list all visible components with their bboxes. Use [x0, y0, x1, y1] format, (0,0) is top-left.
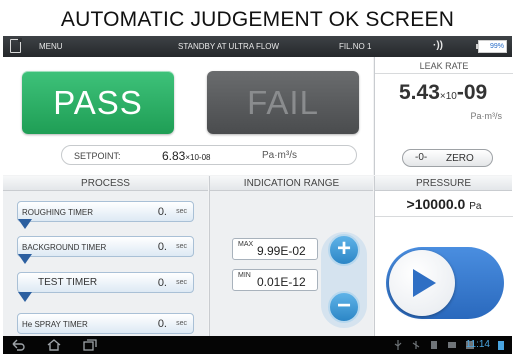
leak-rate-times: ×10 [439, 91, 457, 102]
pressure-value: >10000.0 [406, 196, 466, 212]
zero-button[interactable]: -0- ZERO [402, 149, 493, 167]
setpoint-unit: Pa·m³/s [262, 150, 297, 161]
timer-value: 0. [157, 206, 167, 218]
play-icon [413, 269, 436, 297]
recent-apps-icon[interactable] [83, 339, 97, 351]
debug-icon [412, 341, 420, 349]
background-timer[interactable]: BACKGROUND TIMER 0. sec [17, 236, 194, 257]
max-value: 9.99E-02 [257, 244, 306, 258]
max-range-field[interactable]: MAX 9.99E-02 [232, 238, 318, 260]
image-notification-icon [448, 342, 456, 348]
back-icon[interactable] [11, 339, 25, 351]
status-text: STANDBY AT ULTRA FLOW [178, 42, 280, 51]
step-marker-icon [18, 292, 32, 302]
setpoint-label: SETPOINT: [74, 151, 121, 161]
zero-icon: -0- [415, 152, 428, 163]
process-panel: PROCESS ROUGHING TIMER 0. sec BACKGROUND… [3, 176, 208, 354]
timer-label: He SPRAY TIMER [22, 320, 88, 329]
timer-unit: sec [176, 243, 187, 250]
menu-button[interactable]: MENU [39, 42, 63, 51]
timer-label: ROUGHING TIMER [22, 208, 93, 217]
fail-indicator: FAIL [207, 71, 359, 134]
leak-rate-title: LEAK RATE [419, 61, 469, 71]
leak-rate-mantissa: 5.43 [399, 81, 440, 104]
timer-unit: sec [176, 208, 187, 215]
document-icon[interactable] [10, 38, 22, 53]
screen-caption: AUTOMATIC JUDGEMENT OK SCREEN [60, 8, 455, 31]
leak-rate-unit: Pa·m³/s [470, 111, 503, 121]
min-value: 0.01E-12 [257, 275, 306, 289]
top-bar: MENU STANDBY AT ULTRA FLOW FIL.NO 1 ·)) … [3, 36, 512, 57]
setpoint-exponent: ×10-08 [185, 153, 211, 162]
timer-value: 0. [157, 318, 167, 330]
pass-indicator: PASS [22, 71, 174, 134]
process-title: PROCESS [3, 176, 208, 191]
zero-label: ZERO [446, 153, 474, 164]
timer-label: TEST TIMER [38, 277, 98, 288]
start-toggle[interactable] [386, 247, 504, 319]
step-marker-icon [18, 254, 32, 264]
leak-rate-panel: LEAK RATE 5.43×10-09 Pa·m³/s -0- ZERO [374, 57, 513, 175]
divider [375, 216, 513, 217]
play-button[interactable] [389, 250, 455, 316]
pressure-title: PRESSURE [375, 176, 512, 191]
min-range-field[interactable]: MIN 0.01E-12 [232, 269, 318, 291]
filament-number: FIL.NO 1 [339, 42, 372, 51]
pressure-panel: PRESSURE >10000.0 Pa [374, 176, 513, 354]
roughing-timer[interactable]: ROUGHING TIMER 0. sec [17, 201, 194, 222]
root: AUTOMATIC JUDGEMENT OK SCREEN MENU STAND… [0, 0, 515, 354]
timer-unit: sec [176, 320, 187, 327]
pressure-reading: >10000.0 Pa [375, 196, 513, 212]
clock: 11:14 [465, 339, 490, 350]
document-notification-icon [431, 341, 437, 349]
test-timer[interactable]: TEST TIMER 0. sec [17, 272, 194, 293]
timer-value: 0. [157, 277, 167, 289]
leak-rate-exponent: -09 [456, 81, 488, 104]
battery-indicator: 99% [476, 40, 507, 53]
device-screen: MENU STANDBY AT ULTRA FLOW FIL.NO 1 ·)) … [3, 36, 513, 354]
he-spray-timer[interactable]: He SPRAY TIMER 0. sec [17, 313, 194, 334]
leak-rate-value: 5.43×10-09 [399, 81, 487, 105]
system-nav-bar: 11:14 [3, 336, 512, 354]
usb-icon [394, 340, 402, 350]
range-decrease-button[interactable]: − [328, 291, 360, 323]
indication-range-panel: INDICATION RANGE MAX 9.99E-02 MIN 0.01E-… [209, 176, 373, 354]
timer-label: BACKGROUND TIMER [22, 243, 107, 252]
min-tag: MIN [238, 272, 251, 279]
setpoint-value: 6.83×10-08 [162, 149, 211, 163]
home-icon[interactable] [47, 339, 61, 351]
judgement-panel: PASS FAIL SETPOINT: 6.83×10-08 Pa·m³/s [3, 57, 373, 175]
divider [375, 73, 513, 74]
timer-unit: sec [176, 279, 187, 286]
setpoint-display[interactable]: SETPOINT: 6.83×10-08 Pa·m³/s [61, 145, 357, 165]
indication-range-title: INDICATION RANGE [210, 176, 373, 191]
range-increase-button[interactable]: + [328, 234, 360, 266]
max-tag: MAX [238, 241, 254, 248]
setpoint-mantissa: 6.83 [162, 149, 186, 163]
timer-value: 0. [157, 241, 167, 253]
step-marker-icon [18, 219, 32, 229]
signal-icon: ·)) [433, 40, 443, 51]
pressure-unit: Pa [469, 201, 482, 212]
battery-icon [498, 341, 504, 350]
